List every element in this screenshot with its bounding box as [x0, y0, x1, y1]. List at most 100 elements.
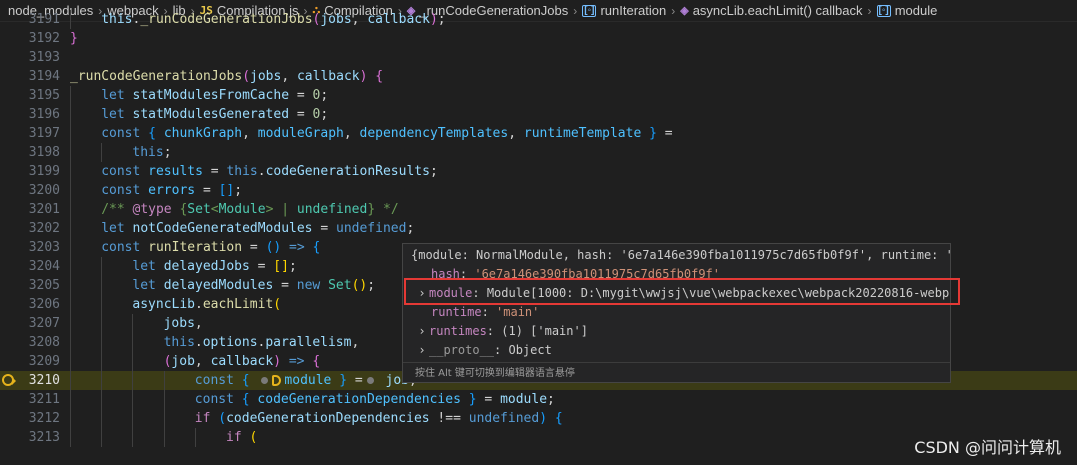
line-number[interactable]: 3210: [0, 371, 60, 390]
line-number[interactable]: 3208: [0, 333, 60, 352]
code-text[interactable]: let delayedModules = new Set();: [132, 276, 375, 295]
code-line[interactable]: 3198 this;: [0, 143, 1077, 162]
hover-property-row[interactable]: › module: Module[1000: D:\mygit\wwjsj\vue…: [415, 284, 949, 303]
code-token: this: [101, 12, 133, 27]
code-text[interactable]: (job, callback) => {: [164, 352, 321, 371]
code-token: if: [226, 430, 250, 445]
line-number[interactable]: 3211: [0, 390, 60, 409]
indent-guide: [101, 257, 103, 276]
hover-property-row[interactable]: › runtimes: (1) ['main']: [415, 322, 588, 341]
line-number[interactable]: 3206: [0, 295, 60, 314]
code-text[interactable]: if (codeGenerationDependencies !== undef…: [195, 409, 563, 428]
code-text[interactable]: let statModulesFromCache = 0;: [101, 86, 328, 105]
code-text[interactable]: this._runCodeGenerationJobs(jobs, callba…: [101, 10, 445, 29]
hover-colon: :: [494, 343, 509, 357]
code-line[interactable]: 3200 const errors = [];: [0, 181, 1077, 200]
code-text[interactable]: let notCodeGeneratedModules = undefined;: [101, 219, 414, 238]
code-token: =: [289, 107, 313, 122]
inline-breakpoint-dot-icon[interactable]: [261, 377, 269, 384]
code-line[interactable]: 3212 if (codeGenerationDependencies !== u…: [0, 409, 1077, 428]
code-text[interactable]: this;: [132, 143, 171, 162]
code-line[interactable]: 3196 let statModulesGenerated = 0;: [0, 105, 1077, 124]
code-token: =: [195, 183, 219, 198]
line-number[interactable]: 3197: [0, 124, 60, 143]
code-token: []: [273, 259, 289, 274]
code-line[interactable]: 3201 /** @type {Set<Module> | undefined} …: [0, 200, 1077, 219]
code-text[interactable]: const { chunkGraph, moduleGraph, depende…: [101, 124, 672, 143]
code-text[interactable]: let delayedJobs = [];: [132, 257, 296, 276]
indent-guide: [101, 409, 103, 428]
code-token: ): [539, 411, 548, 426]
line-number[interactable]: 3196: [0, 105, 60, 124]
inline-breakpoint-dot-icon[interactable]: [366, 377, 374, 384]
code-text[interactable]: jobs,: [164, 314, 203, 333]
code-line[interactable]: 3191 this._runCodeGenerationJobs(jobs, ca…: [0, 10, 1077, 29]
line-number[interactable]: 3213: [0, 428, 60, 447]
line-number[interactable]: 3204: [0, 257, 60, 276]
indent-guide: [132, 390, 134, 409]
debug-hover-popup[interactable]: {module: NormalModule, hash: '6e7a146e39…: [402, 243, 951, 383]
code-line[interactable]: 3197 const { chunkGraph, moduleGraph, dep…: [0, 124, 1077, 143]
code-text[interactable]: let statModulesGenerated = 0;: [101, 105, 328, 124]
inline-breakpoint-current-icon[interactable]: [272, 375, 282, 386]
code-text[interactable]: const { codeGenerationDependencies } = m…: [195, 390, 555, 409]
code-text[interactable]: _runCodeGenerationJobs(jobs, callback) {: [70, 67, 383, 86]
line-number[interactable]: 3192: [0, 29, 60, 48]
code-token: }: [641, 126, 657, 141]
indent-guide: [70, 143, 71, 162]
line-number[interactable]: 3199: [0, 162, 60, 181]
code-text[interactable]: this.options.parallelism,: [164, 333, 360, 352]
code-text[interactable]: const errors = [];: [101, 181, 242, 200]
hover-property-row[interactable]: runtime: 'main': [431, 303, 539, 322]
indent-guide: [70, 86, 71, 105]
code-text[interactable]: const runIteration = () => {: [101, 238, 320, 257]
code-line[interactable]: 3192}: [0, 29, 1077, 48]
code-text[interactable]: asyncLib.eachLimit(: [132, 295, 281, 314]
code-token: undefined: [468, 411, 540, 426]
code-line[interactable]: 3199 const results = this.codeGenerationR…: [0, 162, 1077, 181]
indent-guide: [194, 428, 196, 447]
hover-property-value: Module[1000: D:\mygit\wwjsj\vue\webpacke…: [486, 286, 950, 300]
indent-guide: [132, 428, 134, 447]
line-number[interactable]: 3202: [0, 219, 60, 238]
chevron-right-icon[interactable]: ›: [415, 341, 429, 360]
line-number[interactable]: 3195: [0, 86, 60, 105]
line-number[interactable]: 3212: [0, 409, 60, 428]
line-number[interactable]: 3201: [0, 200, 60, 219]
code-text[interactable]: const { module } = job;: [195, 371, 417, 390]
code-token: this: [163, 335, 195, 350]
code-token: ): [273, 354, 282, 369]
code-text[interactable]: }: [70, 29, 78, 48]
hover-property-row[interactable]: › __proto__: Object: [415, 341, 552, 360]
code-line[interactable]: 3195 let statModulesFromCache = 0;: [0, 86, 1077, 105]
line-number[interactable]: 3205: [0, 276, 60, 295]
indent-guide: [132, 371, 134, 390]
line-number[interactable]: 3209: [0, 352, 60, 371]
code-line[interactable]: 3194 _runCodeGenerationJobs(jobs, callbac…: [0, 67, 1077, 86]
code-line[interactable]: 3202 let notCodeGeneratedModules = undefi…: [0, 219, 1077, 238]
indent-guide: [70, 162, 71, 181]
chevron-right-icon[interactable]: ›: [415, 322, 429, 341]
line-number[interactable]: 3198: [0, 143, 60, 162]
code-token: ;: [429, 164, 438, 179]
code-text[interactable]: if (: [226, 428, 257, 447]
code-line[interactable]: 3211 const { codeGenerationDependencies }…: [0, 390, 1077, 409]
line-number[interactable]: 3200: [0, 181, 60, 200]
line-number[interactable]: 3207: [0, 314, 60, 333]
code-token: {: [171, 202, 188, 217]
code-token: chunkGraph: [163, 126, 243, 141]
code-token: []: [218, 183, 235, 198]
line-number[interactable]: 3194: [0, 67, 60, 86]
hover-property-row[interactable]: hash: '6e7a146e390fba1011975c7d65fb0f9f': [431, 265, 720, 284]
chevron-right-icon[interactable]: ›: [415, 284, 429, 303]
line-number[interactable]: 3203: [0, 238, 60, 257]
line-number[interactable]: 3193: [0, 48, 60, 67]
code-text[interactable]: const results = this.codeGenerationResul…: [101, 162, 438, 181]
code-text[interactable]: /** @type {Set<Module> | undefined} */: [101, 200, 398, 219]
indent-guide: [70, 257, 71, 276]
code-token: !==: [429, 411, 469, 426]
code-line[interactable]: 3193: [0, 48, 1077, 67]
hover-property-value: Object: [508, 343, 552, 357]
line-number[interactable]: 3191: [0, 10, 60, 29]
